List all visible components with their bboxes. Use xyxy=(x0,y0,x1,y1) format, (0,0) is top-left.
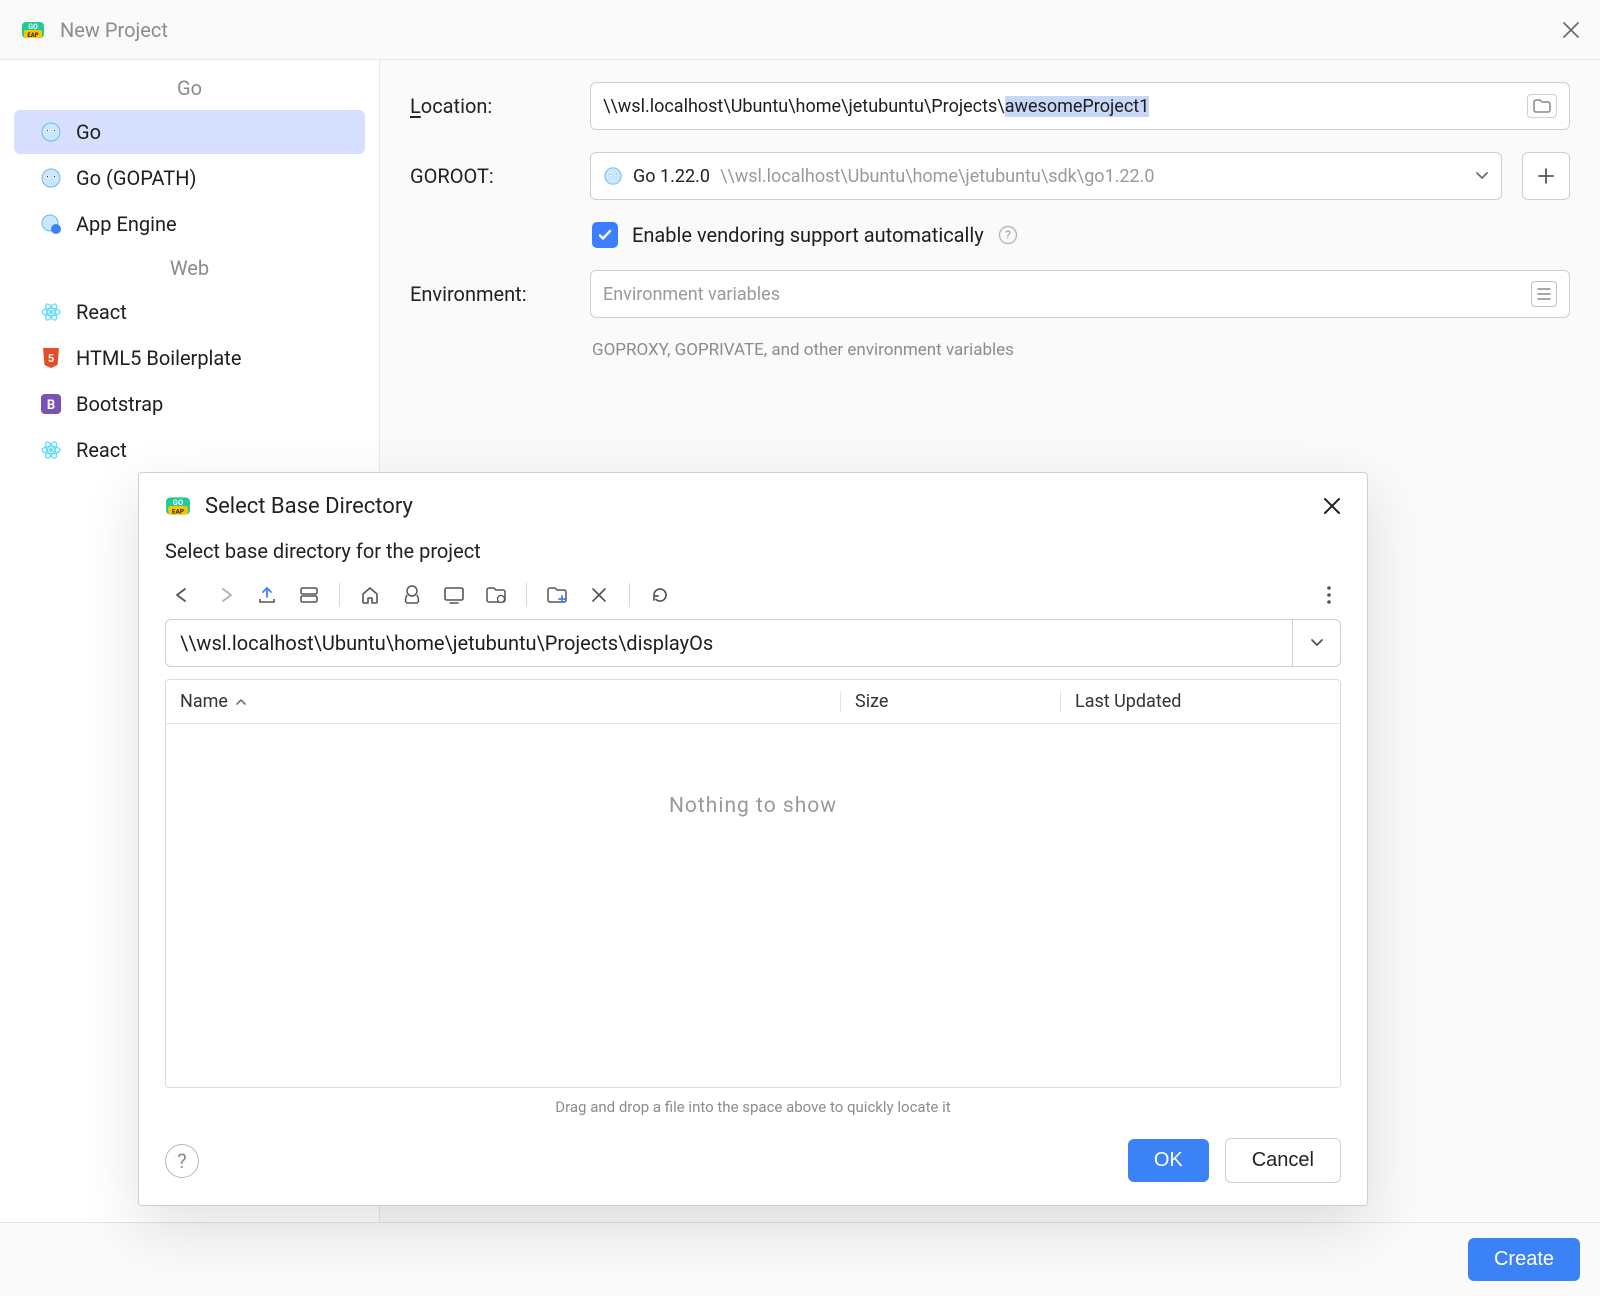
svg-text:EAP: EAP xyxy=(172,508,184,516)
listing-header: Name Size Last Updated xyxy=(166,680,1340,724)
column-name[interactable]: Name xyxy=(166,691,840,712)
svg-text:B: B xyxy=(47,398,55,413)
sidebar-item-label: HTML5 Boilerplate xyxy=(76,346,241,370)
html5-icon: 5 xyxy=(40,347,62,369)
create-button[interactable]: Create xyxy=(1468,1238,1580,1281)
sidebar-item-label: React xyxy=(76,438,127,462)
back-icon[interactable] xyxy=(171,583,195,607)
column-updated[interactable]: Last Updated xyxy=(1060,691,1340,712)
sidebar-item-bootstrap[interactable]: B Bootstrap xyxy=(14,382,365,426)
location-input[interactable]: \\wsl.localhost\Ubuntu\home\jetubuntu\Pr… xyxy=(590,82,1570,130)
goroot-path: \\wsl.localhost\Ubuntu\home\jetubuntu\sd… xyxy=(720,166,1465,187)
path-history-dropdown[interactable] xyxy=(1293,619,1341,667)
svg-text:EAP: EAP xyxy=(27,32,38,39)
titlebar: GOEAP New Project xyxy=(0,0,1600,60)
react-icon xyxy=(40,301,62,323)
svg-text:GO: GO xyxy=(28,23,38,31)
react-icon xyxy=(40,439,62,461)
project-folder-icon[interactable] xyxy=(484,583,508,607)
environment-hint: GOPROXY, GOPRIVATE, and other environmen… xyxy=(592,340,1570,360)
more-icon[interactable] xyxy=(1317,583,1341,607)
go-icon xyxy=(603,166,623,186)
drop-hint: Drag and drop a file into the space abov… xyxy=(165,1088,1341,1116)
desktop-icon[interactable] xyxy=(442,583,466,607)
env-list-icon[interactable] xyxy=(1531,281,1557,307)
environment-placeholder: Environment variables xyxy=(603,284,1531,305)
help-icon[interactable]: ? xyxy=(165,1144,199,1178)
sidebar-section-go: Go xyxy=(0,68,379,108)
environment-label: Environment: xyxy=(410,282,570,306)
vendoring-checkbox[interactable] xyxy=(592,222,618,248)
sidebar-item-go[interactable]: Go xyxy=(14,110,365,154)
svg-text:?: ? xyxy=(1005,228,1011,242)
toolbar-separator xyxy=(339,583,340,607)
sidebar-item-label: Go xyxy=(76,120,101,144)
footer: Create xyxy=(0,1222,1600,1296)
help-icon[interactable]: ? xyxy=(998,225,1018,245)
drives-icon[interactable] xyxy=(297,583,321,607)
column-size[interactable]: Size xyxy=(840,691,1060,712)
sidebar-item-label: App Engine xyxy=(76,212,177,236)
sidebar-item-label: Go (GOPATH) xyxy=(76,166,196,190)
sidebar-item-label: React xyxy=(76,300,127,324)
browse-location-icon[interactable] xyxy=(1527,94,1557,118)
listing-empty: Nothing to show xyxy=(166,724,1340,1087)
goroot-version: Go 1.22.0 xyxy=(633,166,710,187)
close-icon[interactable] xyxy=(1323,497,1341,515)
go-icon xyxy=(40,167,62,189)
location-value: \\wsl.localhost\Ubuntu\home\jetubuntu\Pr… xyxy=(603,96,1527,117)
file-listing: Name Size Last Updated Nothing to show xyxy=(165,679,1341,1088)
refresh-icon[interactable] xyxy=(648,583,672,607)
cancel-button[interactable]: Cancel xyxy=(1225,1138,1341,1183)
delete-icon[interactable] xyxy=(587,583,611,607)
go-cloud-icon xyxy=(40,213,62,235)
vendoring-label: Enable vendoring support automatically xyxy=(632,223,984,247)
select-directory-dialog: GOEAP Select Base Directory Select base … xyxy=(138,472,1368,1206)
add-goroot-button[interactable] xyxy=(1522,152,1570,200)
svg-text:5: 5 xyxy=(48,352,54,365)
goroot-select[interactable]: Go 1.22.0 \\wsl.localhost\Ubuntu\home\je… xyxy=(590,152,1502,200)
goroot-label: GOROOT: xyxy=(410,164,570,188)
path-value: \\wsl.localhost\Ubuntu\home\jetubuntu\Pr… xyxy=(180,631,713,655)
linux-icon[interactable] xyxy=(400,583,424,607)
svg-text:GO: GO xyxy=(173,498,183,507)
ok-button[interactable]: OK xyxy=(1128,1139,1209,1182)
modal-toolbar xyxy=(165,577,1341,619)
location-label: Location: xyxy=(410,94,570,118)
close-icon[interactable] xyxy=(1562,21,1580,39)
sidebar-item-gopath[interactable]: Go (GOPATH) xyxy=(14,156,365,200)
sidebar-item-react[interactable]: React xyxy=(14,290,365,334)
toolbar-separator xyxy=(526,583,527,607)
app-icon: GOEAP xyxy=(20,17,46,43)
up-icon[interactable] xyxy=(255,583,279,607)
sidebar-item-react-2[interactable]: React xyxy=(14,428,365,472)
window-title: New Project xyxy=(60,18,168,42)
sidebar-item-appengine[interactable]: App Engine xyxy=(14,202,365,246)
sidebar-item-html5[interactable]: 5 HTML5 Boilerplate xyxy=(14,336,365,380)
sidebar-section-web: Web xyxy=(0,248,379,288)
home-icon[interactable] xyxy=(358,583,382,607)
sidebar-item-label: Bootstrap xyxy=(76,392,163,416)
sort-asc-icon xyxy=(236,698,246,706)
go-icon xyxy=(40,121,62,143)
toolbar-separator xyxy=(629,583,630,607)
modal-title: Select Base Directory xyxy=(205,494,413,519)
chevron-down-icon xyxy=(1475,171,1489,181)
app-icon: GOEAP xyxy=(165,493,191,519)
forward-icon[interactable] xyxy=(213,583,237,607)
environment-input[interactable]: Environment variables xyxy=(590,270,1570,318)
new-folder-icon[interactable] xyxy=(545,583,569,607)
bootstrap-icon: B xyxy=(40,393,62,415)
path-input[interactable]: \\wsl.localhost\Ubuntu\home\jetubuntu\Pr… xyxy=(165,619,1293,667)
modal-subtitle: Select base directory for the project xyxy=(165,539,1341,563)
